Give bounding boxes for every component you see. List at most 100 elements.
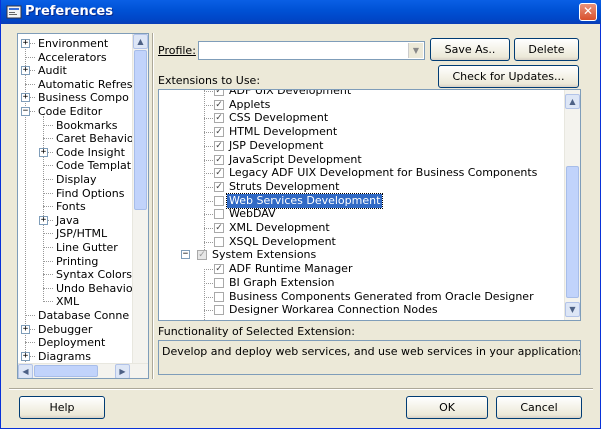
- extension-item[interactable]: Web Services Development: [159, 192, 564, 209]
- close-button[interactable]: ✕: [579, 3, 597, 21]
- extension-item[interactable]: ✓ Struts Development: [159, 180, 564, 194]
- tree-item[interactable]: Bookmarks: [18, 119, 136, 132]
- extension-checkbox[interactable]: [214, 209, 224, 220]
- tree-item[interactable]: Accelerators: [18, 51, 136, 64]
- extension-label: XML Development: [229, 221, 330, 234]
- extensions-scroll-thumb[interactable]: [566, 166, 579, 298]
- extension-item[interactable]: ✓ XML Development: [159, 221, 564, 235]
- ok-button[interactable]: OK: [406, 396, 488, 419]
- delete-button[interactable]: Delete: [514, 38, 579, 61]
- extension-checkbox[interactable]: [214, 291, 224, 302]
- tree-item[interactable]: + Business Compo: [18, 91, 136, 104]
- extension-item[interactable]: ✓ JSP Development: [159, 139, 564, 153]
- tree-hscroll-thumb[interactable]: [34, 365, 98, 377]
- tree-scroll-thumb[interactable]: [134, 50, 147, 210]
- scroll-up-icon[interactable]: ▲: [133, 34, 148, 49]
- extension-checkbox[interactable]: ✓: [214, 113, 224, 124]
- profile-combobox[interactable]: ▼: [198, 41, 425, 60]
- tree-connector: [204, 145, 213, 147]
- extension-item[interactable]: ✓ ADF Runtime Manager: [159, 262, 564, 276]
- tree-item[interactable]: Caret Behavio: [18, 132, 136, 145]
- collapse-icon[interactable]: −: [21, 107, 30, 116]
- tree-item[interactable]: Code Templat: [18, 159, 136, 172]
- extension-item[interactable]: ✓ Applets: [159, 98, 564, 112]
- extension-checkbox[interactable]: [214, 305, 224, 316]
- check-for-updates-button[interactable]: Check for Updates...: [438, 65, 579, 88]
- tree-item[interactable]: + Code Insight: [18, 146, 136, 159]
- expand-icon[interactable]: +: [21, 324, 30, 334]
- scroll-right-icon[interactable]: ▶: [115, 364, 130, 378]
- extension-checkbox[interactable]: ✓: [197, 250, 207, 261]
- extension-checkbox[interactable]: [214, 236, 224, 247]
- extensions-list[interactable]: ✓ ADF UIX Development ✓ Applets ✓ CSS Develop…: [158, 89, 581, 321]
- scroll-up-icon[interactable]: ▲: [565, 94, 580, 109]
- chevron-down-icon[interactable]: ▼: [408, 43, 423, 58]
- extension-label: JSP Development: [229, 138, 324, 152]
- expand-icon[interactable]: +: [21, 39, 30, 48]
- expand-icon[interactable]: +: [21, 351, 30, 361]
- extension-checkbox[interactable]: ✓: [214, 154, 224, 165]
- extension-item[interactable]: ✓ CSS Development: [159, 111, 564, 125]
- scroll-down-icon[interactable]: ▼: [565, 302, 580, 317]
- tree-connector: [204, 132, 213, 134]
- tree-item-label: Deployment: [38, 336, 106, 350]
- panel-splitter[interactable]: [152, 33, 154, 379]
- tree-item[interactable]: − Code Editor: [18, 105, 136, 118]
- extension-item[interactable]: XSQL Development: [159, 235, 564, 249]
- extension-item[interactable]: BI Graph Extension: [159, 276, 564, 290]
- extension-group[interactable]: − ✓ System Extensions: [159, 248, 564, 262]
- extension-checkbox[interactable]: ✓: [214, 140, 224, 151]
- extension-item[interactable]: Designer Workarea Connection Nodes: [159, 303, 564, 317]
- profile-label: Profile:: [158, 44, 196, 57]
- tree-item[interactable]: Deployment: [18, 336, 136, 349]
- collapse-icon[interactable]: −: [181, 250, 190, 260]
- expand-icon[interactable]: +: [21, 66, 30, 76]
- tree-vertical-scrollbar[interactable]: ▲: [132, 34, 148, 363]
- tree-item[interactable]: XML: [18, 295, 136, 308]
- expand-icon[interactable]: +: [39, 215, 48, 225]
- tree-item-label: Display: [56, 173, 97, 186]
- extension-item[interactable]: WebDAV: [159, 207, 564, 221]
- tree-item[interactable]: Syntax Colors: [18, 268, 136, 281]
- tree-item[interactable]: + Environment: [18, 37, 136, 50]
- tree-item[interactable]: Undo Behavio: [18, 282, 136, 295]
- extension-checkbox[interactable]: ✓: [214, 264, 224, 275]
- tree-item[interactable]: Automatic Refres: [18, 78, 136, 91]
- tree-item[interactable]: JSP/HTML: [18, 227, 136, 240]
- title-bar[interactable]: Preferences ✕: [1, 0, 601, 24]
- extension-checkbox[interactable]: [214, 277, 224, 288]
- extension-item[interactable]: ✓ ADF UIX Development: [159, 90, 564, 98]
- category-tree[interactable]: + Environment Accelerators + Audit Automatic …: [17, 33, 149, 379]
- extension-item[interactable]: ✓ JavaScript Development: [159, 153, 564, 167]
- tree-item[interactable]: + Debugger: [18, 323, 136, 336]
- tree-item[interactable]: Line Gutter: [18, 241, 136, 254]
- extension-checkbox[interactable]: ✓: [214, 99, 224, 110]
- extension-checkbox[interactable]: ✓: [214, 127, 224, 138]
- tree-horizontal-scrollbar[interactable]: ◀ ▶: [18, 363, 148, 378]
- extensions-vertical-scrollbar[interactable]: ▲ ▼: [564, 90, 580, 320]
- extension-checkbox[interactable]: ✓: [214, 223, 224, 233]
- extension-item[interactable]: ✓ HTML Development: [159, 125, 564, 139]
- tree-item-label: Audit: [38, 64, 67, 78]
- tree-item[interactable]: Display: [18, 173, 136, 186]
- extension-item[interactable]: ✓ Legacy ADF UIX Development for Business…: [159, 166, 564, 180]
- extension-checkbox[interactable]: ✓: [214, 168, 224, 179]
- tree-item[interactable]: Database Conne: [18, 309, 136, 322]
- scroll-left-icon[interactable]: ◀: [18, 364, 33, 378]
- save-as-button[interactable]: Save As..: [430, 38, 510, 61]
- tree-item[interactable]: + Audit: [18, 64, 136, 77]
- extension-checkbox[interactable]: ✓: [214, 181, 224, 192]
- cancel-button[interactable]: Cancel: [496, 396, 582, 419]
- tree-item[interactable]: + Diagrams: [18, 350, 136, 363]
- tree-item[interactable]: Printing: [18, 255, 136, 268]
- help-button[interactable]: Help: [19, 396, 105, 419]
- extension-item[interactable]: Business Components Generated from Oracl…: [159, 290, 564, 304]
- extension-checkbox[interactable]: ✓: [214, 90, 224, 96]
- tree-connector: [204, 159, 213, 161]
- tree-item[interactable]: Find Options: [18, 187, 136, 200]
- tree-item[interactable]: + Java: [18, 214, 136, 227]
- tree-item[interactable]: Fonts: [18, 200, 136, 213]
- extension-checkbox[interactable]: [214, 195, 224, 206]
- expand-icon[interactable]: +: [21, 93, 30, 103]
- expand-icon[interactable]: +: [39, 147, 48, 157]
